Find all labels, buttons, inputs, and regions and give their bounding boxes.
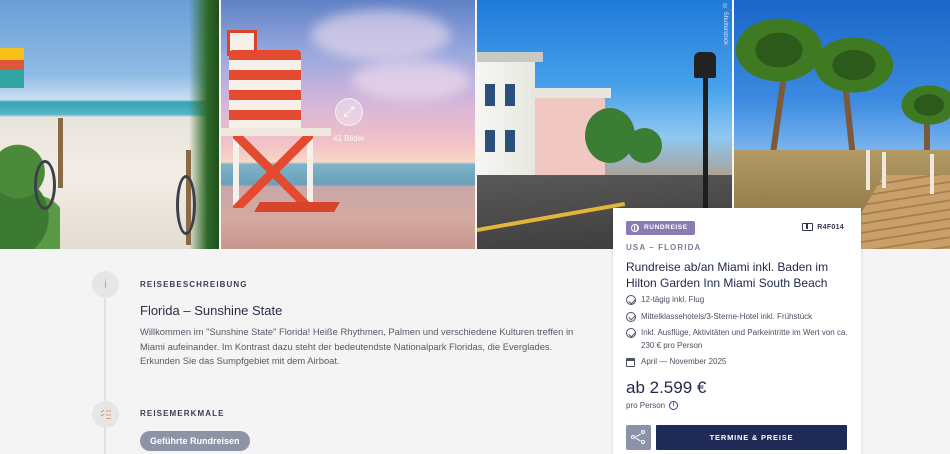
- section-label-description: Reisebeschreibung: [140, 280, 248, 289]
- timeline-line: [104, 285, 106, 454]
- description-heading: Florida – Sunshine State: [140, 303, 283, 318]
- image-count: 41 Bilder: [333, 134, 365, 143]
- feature-item: Inkl. Ausflüge, Aktivitäten und Parkeint…: [626, 327, 852, 352]
- booking-card: Rundreise R4F014 USA – Florida Rundreise…: [613, 208, 861, 454]
- info-icon: i: [92, 271, 119, 298]
- price-note: pro Person i: [626, 401, 679, 410]
- bike: [34, 160, 56, 210]
- globe-icon: [631, 224, 639, 232]
- travel-period: April — November 2025: [626, 356, 852, 369]
- check-circle-icon: [626, 295, 636, 305]
- expand-gallery-icon[interactable]: ⤢: [335, 98, 363, 126]
- check-circle-icon: [626, 328, 636, 338]
- trip-title: Rundreise ab/an Miami inkl. Baden im Hil…: [626, 260, 829, 290]
- gallery-image-beach-path[interactable]: [0, 0, 219, 249]
- list-check-icon: [92, 401, 119, 428]
- description-text: Willkommen im "Sunshine State" Florida! …: [140, 326, 574, 367]
- feature-item: Mittelklassehotels/3-Sterne-Hotel inkl. …: [626, 311, 852, 324]
- price: ab 2.599 €: [626, 378, 707, 397]
- book-icon: [802, 223, 814, 231]
- feature-list: 12-tägig inkl. Flug Mittelklassehotels/3…: [626, 294, 852, 373]
- trip-type-badge: Rundreise: [626, 221, 695, 235]
- copyright-label: © Shutterstock: [722, 4, 728, 46]
- trip-location: USA – Florida: [626, 243, 702, 252]
- calendar-icon: [626, 358, 635, 367]
- gallery-image-lifeguard-tower[interactable]: ⤢ 41 Bilder: [221, 0, 475, 249]
- tag-guided-tours[interactable]: Geführte Rundreisen: [140, 431, 250, 451]
- check-circle-icon: [626, 311, 636, 322]
- info-circle-icon[interactable]: i: [669, 401, 679, 410]
- section-label-features: Reisemerkmale: [140, 409, 225, 418]
- street-lamp: [694, 52, 716, 220]
- share-button[interactable]: [626, 425, 651, 450]
- bike: [176, 175, 196, 235]
- trip-code: R4F014: [802, 223, 844, 231]
- feature-item: 12-tägig inkl. Flug: [626, 294, 852, 307]
- dates-prices-button[interactable]: Termine & Preise: [656, 425, 847, 450]
